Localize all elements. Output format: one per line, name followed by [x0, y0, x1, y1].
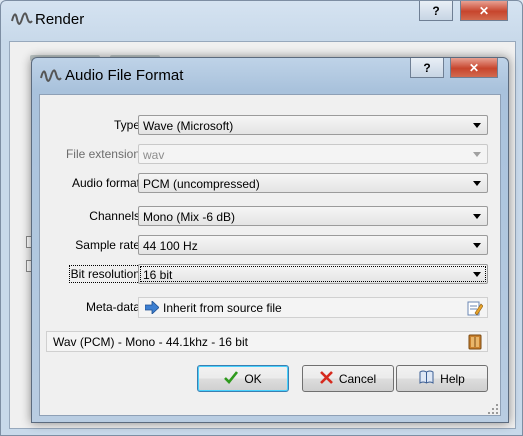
- meta-data-row: Meta-data Inherit from source file: [40, 297, 500, 318]
- audio-format-label: Audio format: [71, 176, 140, 190]
- dialog-title: Audio File Format: [65, 67, 184, 84]
- checkmark-icon: [224, 370, 239, 387]
- audio-format-value: PCM (uncompressed): [143, 177, 260, 191]
- cancel-button[interactable]: Cancel: [302, 365, 394, 392]
- help-book-icon: [419, 370, 434, 387]
- sample-rate-row: Sample rate 44 100 Hz: [40, 235, 500, 255]
- meta-data-label: Meta-data: [85, 300, 140, 314]
- render-help-button[interactable]: ?: [419, 1, 453, 21]
- sample-rate-select[interactable]: 44 100 Hz: [138, 235, 488, 255]
- channels-label: Channels: [89, 209, 140, 223]
- type-label: Type: [113, 118, 140, 132]
- dialog-close-button[interactable]: ✕: [450, 58, 498, 78]
- channels-select[interactable]: Mono (Mix -6 dB): [138, 206, 488, 226]
- close-icon: ✕: [468, 60, 480, 75]
- bit-resolution-row: Bit resolution 16 bit: [40, 264, 500, 284]
- help-button-label: Help: [440, 371, 465, 386]
- audio-format-row: Audio format PCM (uncompressed): [40, 173, 500, 193]
- close-icon: ✕: [478, 3, 490, 18]
- dialog-body: Type Wave (Microsoft) File extension wav…: [39, 94, 501, 416]
- type-select[interactable]: Wave (Microsoft): [138, 115, 488, 135]
- book-icon[interactable]: [467, 334, 483, 350]
- render-window-title: Render: [35, 11, 85, 28]
- ok-button[interactable]: OK: [197, 365, 289, 392]
- meta-data-field: Inherit from source file: [138, 297, 488, 318]
- dropdown-arrow-icon: [473, 181, 481, 186]
- channels-row: Channels Mono (Mix -6 dB): [40, 206, 500, 226]
- help-icon: ?: [432, 3, 440, 18]
- sample-rate-label: Sample rate: [75, 238, 140, 252]
- bit-resolution-select[interactable]: 16 bit: [138, 264, 488, 284]
- type-row: Type Wave (Microsoft): [40, 115, 500, 135]
- resize-grip-icon[interactable]: [488, 403, 498, 414]
- file-extension-select: wav: [138, 144, 488, 164]
- ok-button-label: OK: [244, 371, 262, 386]
- file-extension-row: File extension wav: [40, 144, 500, 164]
- file-extension-label: File extension: [65, 147, 140, 161]
- edit-metadata-icon[interactable]: [467, 300, 484, 316]
- bit-resolution-value: 16 bit: [143, 268, 173, 282]
- dropdown-arrow-icon: [473, 123, 481, 128]
- dropdown-arrow-icon: [473, 214, 481, 219]
- audio-format-select[interactable]: PCM (uncompressed): [138, 173, 488, 193]
- format-summary-field: Wav (PCM) - Mono - 44.1khz - 16 bit: [46, 331, 488, 352]
- button-row: OK Cancel Help: [40, 365, 500, 392]
- meta-data-value: Inherit from source file: [163, 301, 282, 315]
- arrow-right-icon: [144, 300, 160, 317]
- help-icon: ?: [423, 60, 431, 75]
- cancel-button-label: Cancel: [338, 371, 377, 386]
- dropdown-arrow-icon: [473, 272, 481, 277]
- app-logo-icon: [11, 9, 33, 32]
- help-button[interactable]: Help: [396, 365, 488, 392]
- channels-value: Mono (Mix -6 dB): [143, 210, 236, 224]
- file-extension-value: wav: [143, 148, 165, 162]
- cancel-x-icon: [319, 370, 333, 387]
- dropdown-arrow-icon: [473, 152, 481, 157]
- format-summary-text: Wav (PCM) - Mono - 44.1khz - 16 bit: [53, 335, 248, 349]
- dialog-help-button[interactable]: ?: [410, 58, 444, 78]
- sample-rate-value: 44 100 Hz: [143, 239, 198, 253]
- type-value: Wave (Microsoft): [143, 119, 234, 133]
- dropdown-arrow-icon: [473, 243, 481, 248]
- render-close-button[interactable]: ✕: [460, 1, 508, 21]
- audio-file-format-dialog: Audio File Format ? ✕ Type Wave (Microso…: [31, 57, 509, 423]
- bit-resolution-label: Bit resolution: [68, 265, 143, 283]
- app-logo-icon: [40, 66, 62, 89]
